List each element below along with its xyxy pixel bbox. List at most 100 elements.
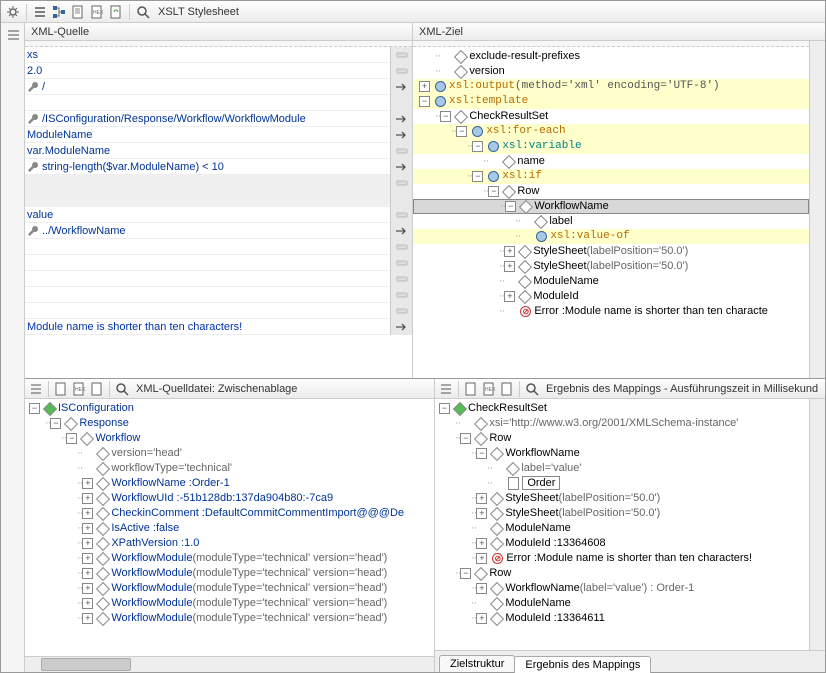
source-row[interactable] [25,255,412,271]
mapping-arrow[interactable] [390,111,412,127]
expand-toggle[interactable]: − [440,111,451,122]
source-row[interactable]: Module name is shorter than ten characte… [25,319,412,335]
tree-node[interactable]: ··+ModuleId : 13364608 [435,536,809,551]
expand-toggle[interactable]: + [476,613,487,624]
source-row[interactable] [25,287,412,303]
tree-node[interactable]: ··⊘Error : Module name is shorter than t… [413,304,809,319]
expand-toggle[interactable]: + [476,538,487,549]
tree-node[interactable]: ··ModuleName [435,596,809,611]
search-icon[interactable] [524,381,540,397]
tree-node[interactable]: ··xsi='http://www.w3.org/2001/XMLSchema-… [435,416,809,431]
tree-node[interactable]: ··version [413,64,809,79]
source-row[interactable]: / [25,79,412,95]
expand-toggle[interactable]: + [82,583,93,594]
hex-icon[interactable]: HEX [89,4,105,20]
tree-node[interactable]: ··+WorkflowModule (moduleType='technical… [25,581,434,596]
mapping-arrow[interactable] [390,63,412,79]
tree-node[interactable]: ··+WorkflowName : Order-1 [25,476,434,491]
expand-toggle[interactable]: + [82,493,93,504]
expand-toggle[interactable]: − [419,96,430,107]
tree-node[interactable]: ··label [413,214,809,229]
tree-node[interactable]: ··exclude-result-prefixes [413,49,809,64]
tree-node[interactable]: ··name [413,154,809,169]
expand-toggle[interactable]: − [29,403,40,414]
doc-refresh-icon[interactable] [499,381,515,397]
source-row[interactable] [25,175,412,191]
expand-toggle[interactable]: − [66,433,77,444]
tree-node[interactable]: ··+WorkflowModule (moduleType='technical… [25,566,434,581]
expand-toggle[interactable]: + [504,246,515,257]
tree-node[interactable]: ··version='head' [25,446,434,461]
expand-toggle[interactable]: + [476,493,487,504]
mapping-arrow[interactable] [390,143,412,159]
tree-node[interactable]: ··−xsl:for-each [413,124,809,139]
mapping-arrow[interactable] [390,287,412,303]
tree-node[interactable]: ··+StyleSheet (labelPosition='50.0') [413,244,809,259]
tree-node[interactable]: ··+WorkflowModule (moduleType='technical… [25,551,434,566]
mapping-arrow[interactable] [390,175,412,191]
tree-node[interactable]: −CheckResultSet [435,401,809,416]
tree-node[interactable]: ··+WorkflowModule (moduleType='technical… [25,596,434,611]
doc-icon[interactable] [70,4,86,20]
tree-node[interactable]: ··label='value' [435,461,809,476]
expand-toggle[interactable]: + [504,291,515,302]
mapping-arrow[interactable] [390,319,412,335]
source-row[interactable]: value [25,207,412,223]
expand-toggle[interactable]: + [82,553,93,564]
hex-icon[interactable]: HEX [71,381,87,397]
search-icon[interactable] [135,4,151,20]
expand-toggle[interactable]: − [505,201,516,212]
tree-node[interactable]: ··−CheckResultSet [413,109,809,124]
tab-zielstruktur[interactable]: Zielstruktur [439,655,515,672]
scrollbar[interactable] [809,399,825,650]
source-row[interactable]: string-length($var.ModuleName) < 10 [25,159,412,175]
tree-node[interactable]: ··−xsl:if [413,169,809,184]
tree-node[interactable]: ··+CheckinComment : DefaultCommitComment… [25,506,434,521]
expand-toggle[interactable]: − [472,141,483,152]
tree-node[interactable]: ··−WorkflowName [435,446,809,461]
tree-node[interactable]: ··−Row [435,431,809,446]
mapping-arrow[interactable] [390,255,412,271]
gear-icon[interactable] [5,4,21,20]
mapping-arrow[interactable] [390,239,412,255]
doc-icon[interactable] [53,381,69,397]
expand-toggle[interactable]: − [476,448,487,459]
tree-node[interactable]: ··+StyleSheet (labelPosition='50.0') [435,506,809,521]
source-row[interactable] [25,239,412,255]
tree-node[interactable]: ··−Row [435,566,809,581]
rail-list-icon[interactable] [5,27,21,43]
expand-toggle[interactable]: + [82,568,93,579]
expand-toggle[interactable]: + [82,478,93,489]
expand-toggle[interactable]: − [472,171,483,182]
tree-node[interactable]: −ISConfiguration [25,401,434,416]
expand-toggle[interactable]: + [82,613,93,624]
expand-toggle[interactable]: + [82,508,93,519]
search-icon[interactable] [114,381,130,397]
branch-icon[interactable] [51,4,67,20]
mapping-arrow[interactable] [390,127,412,143]
tree-node[interactable]: ··+WorkflowName (label='value') : Order-… [435,581,809,596]
source-row[interactable]: ../WorkflowName [25,223,412,239]
tree-node[interactable]: +xsl:output (method='xml' encoding='UTF-… [413,79,809,94]
expand-toggle[interactable]: + [504,261,515,272]
source-row[interactable]: var.ModuleName [25,143,412,159]
source-row[interactable]: ModuleName [25,127,412,143]
expand-toggle[interactable]: + [82,598,93,609]
source-row[interactable] [25,303,412,319]
mapping-arrow[interactable] [390,95,412,111]
tree-node[interactable]: ··workflowType='technical' [25,461,434,476]
doc-refresh-icon[interactable] [108,4,124,20]
tree-node[interactable]: ··−xsl:variable [413,139,809,154]
tree-node[interactable]: ··−WorkflowName [413,199,809,214]
scrollbar-h[interactable] [25,656,434,672]
expand-toggle[interactable]: + [476,508,487,519]
mapping-arrow[interactable] [390,303,412,319]
tree-node[interactable]: ··+IsActive : false [25,521,434,536]
tree-node[interactable]: ··+⊘Error : Module name is shorter than … [435,551,809,566]
list-icon[interactable] [32,4,48,20]
source-row[interactable]: xs [25,47,412,63]
list-icon[interactable] [438,381,454,397]
mapping-arrow[interactable] [390,191,412,207]
mapping-arrow[interactable] [390,47,412,63]
source-row[interactable] [25,271,412,287]
